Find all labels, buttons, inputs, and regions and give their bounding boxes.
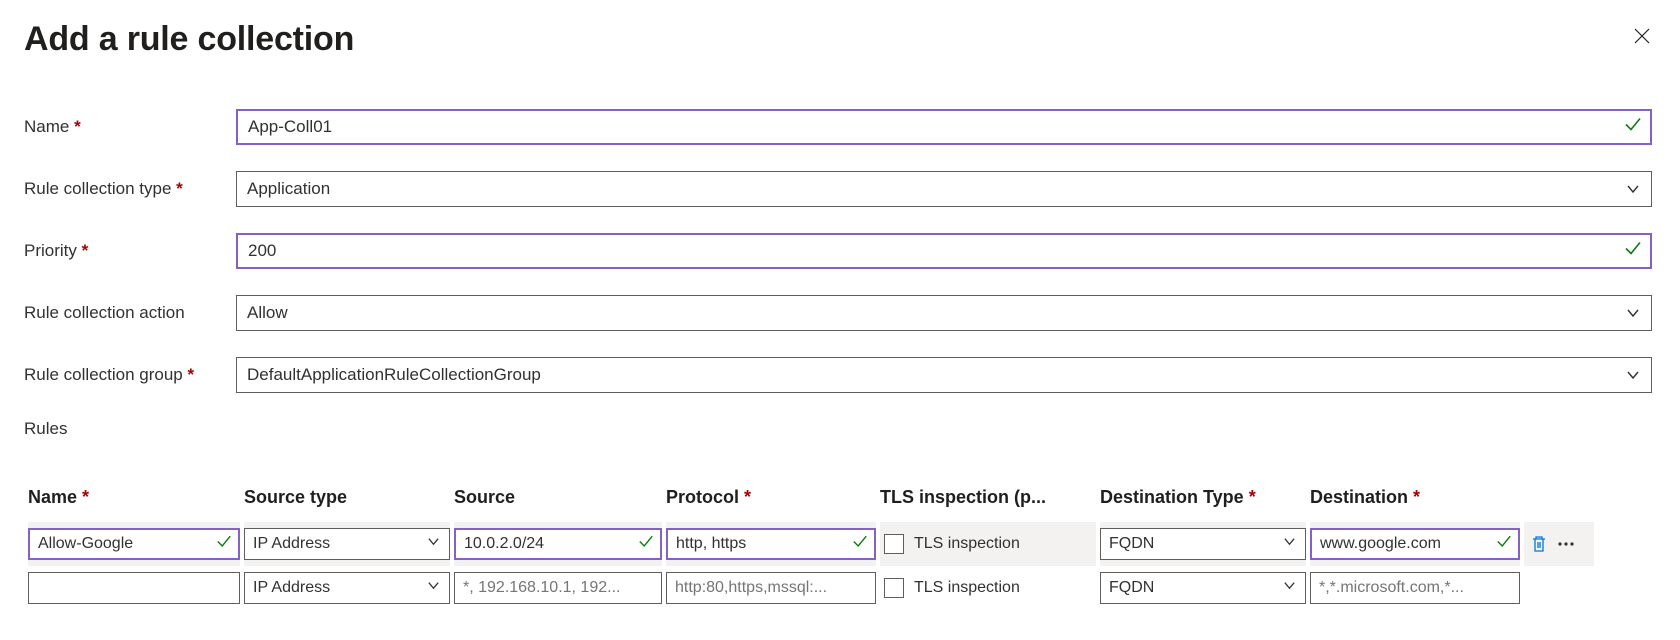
rule-tls-label: TLS inspection [914, 579, 1020, 597]
type-select[interactable]: Application [236, 171, 1652, 207]
th-dest: Destination * [1310, 487, 1520, 522]
th-source: Source [454, 487, 662, 522]
th-name: Name * [28, 487, 240, 522]
rule-dest-input[interactable] [1310, 528, 1520, 560]
rule-dest-type-select[interactable]: FQDN [1100, 528, 1306, 560]
th-actions [1524, 498, 1594, 512]
label-priority: Priority * [24, 241, 236, 261]
more-actions-button[interactable] [1556, 535, 1576, 553]
rule-tls-label: TLS inspection [914, 535, 1020, 553]
delete-rule-button[interactable] [1530, 535, 1548, 553]
rule-tls-checkbox[interactable] [884, 534, 904, 554]
rule-tls-checkbox[interactable] [884, 578, 904, 598]
priority-input[interactable] [236, 233, 1652, 269]
rule-protocol-input[interactable] [666, 572, 876, 604]
rules-section-label: Rules [24, 419, 1652, 439]
th-source-type: Source type [244, 487, 450, 522]
label-name: Name * [24, 117, 236, 137]
rule-source-input[interactable] [454, 528, 662, 560]
label-action: Rule collection action [24, 303, 236, 323]
close-icon [1632, 26, 1652, 46]
rule-protocol-input[interactable] [666, 528, 876, 560]
label-type: Rule collection type * [24, 179, 236, 199]
action-select[interactable]: Allow [236, 295, 1652, 331]
close-button[interactable] [1632, 20, 1652, 51]
trash-icon [1530, 535, 1548, 553]
group-select[interactable]: DefaultApplicationRuleCollectionGroup [236, 357, 1652, 393]
rule-source-input[interactable] [454, 572, 662, 604]
th-tls: TLS inspection (p... [880, 487, 1096, 522]
rule-dest-input[interactable] [1310, 572, 1520, 604]
rule-source-type-select[interactable]: IP Address [244, 528, 450, 560]
label-group: Rule collection group * [24, 365, 236, 385]
rule-dest-type-select[interactable]: FQDN [1100, 572, 1306, 604]
page-title: Add a rule collection [24, 20, 354, 59]
rule-name-input[interactable] [28, 528, 240, 560]
more-icon [1556, 535, 1576, 553]
name-input[interactable] [236, 109, 1652, 145]
rule-name-input[interactable] [28, 572, 240, 604]
th-protocol: Protocol * [666, 487, 876, 522]
rule-source-type-select[interactable]: IP Address [244, 572, 450, 604]
th-dest-type: Destination Type * [1100, 487, 1306, 522]
